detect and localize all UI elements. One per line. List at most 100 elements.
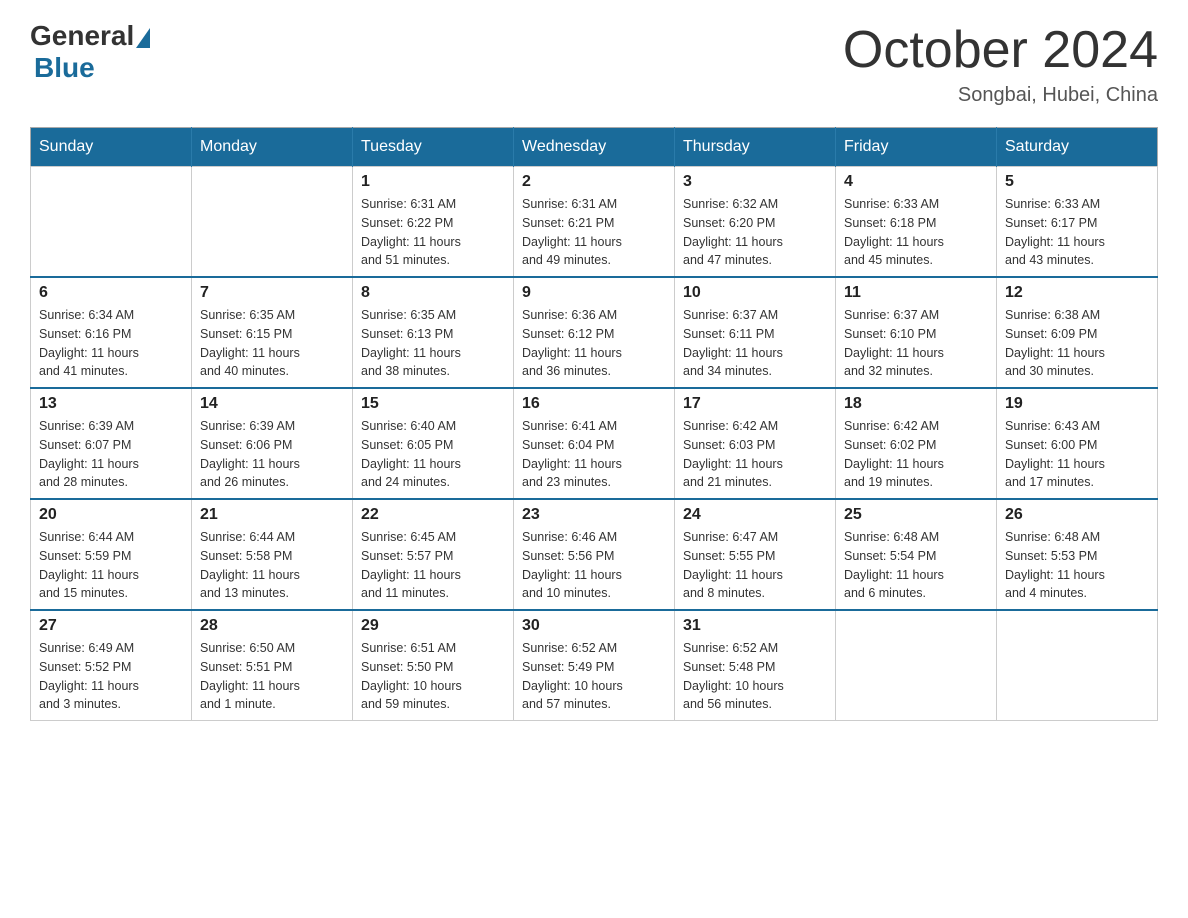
- day-number: 24: [683, 506, 827, 524]
- day-number: 5: [1005, 173, 1149, 191]
- day-of-week-header: Thursday: [675, 128, 836, 167]
- day-number: 26: [1005, 506, 1149, 524]
- calendar-cell: 17 Sunrise: 6:42 AM Sunset: 6:03 PM Dayli…: [675, 388, 836, 499]
- day-info: Sunrise: 6:44 AM Sunset: 5:59 PM Dayligh…: [39, 528, 183, 603]
- day-number: 29: [361, 617, 505, 635]
- day-of-week-header: Wednesday: [514, 128, 675, 167]
- day-info: Sunrise: 6:32 AM Sunset: 6:20 PM Dayligh…: [683, 195, 827, 270]
- calendar-cell: 24Sunrise: 6:47 AM Sunset: 5:55 PM Dayli…: [675, 499, 836, 610]
- calendar-cell: 25Sunrise: 6:48 AM Sunset: 5:54 PM Dayli…: [836, 499, 997, 610]
- day-info: Sunrise: 6:41 AM Sunset: 6:04 PM Dayligh…: [522, 417, 666, 492]
- calendar-cell: 27Sunrise: 6:49 AM Sunset: 5:52 PM Dayli…: [31, 610, 192, 721]
- day-number: 16: [522, 395, 666, 413]
- logo: General Blue: [30, 20, 150, 84]
- day-info: Sunrise: 6:35 AM Sunset: 6:15 PM Dayligh…: [200, 306, 344, 381]
- day-info: Sunrise: 6:43 AM Sunset: 6:00 PM Dayligh…: [1005, 417, 1149, 492]
- calendar-cell: 6Sunrise: 6:34 AM Sunset: 6:16 PM Daylig…: [31, 277, 192, 388]
- calendar-cell: 18 Sunrise: 6:42 AM Sunset: 6:02 PM Dayli…: [836, 388, 997, 499]
- day-info: Sunrise: 6:33 AM Sunset: 6:17 PM Dayligh…: [1005, 195, 1149, 270]
- day-of-week-header: Sunday: [31, 128, 192, 167]
- calendar-cell: 14Sunrise: 6:39 AM Sunset: 6:06 PM Dayli…: [192, 388, 353, 499]
- day-of-week-header: Saturday: [997, 128, 1158, 167]
- day-info: Sunrise: 6:31 AM Sunset: 6:22 PM Dayligh…: [361, 195, 505, 270]
- calendar-cell: 30 Sunrise: 6:52 AM Sunset: 5:49 PM Dayli…: [514, 610, 675, 721]
- day-info: Sunrise: 6:48 AM Sunset: 5:54 PM Dayligh…: [844, 528, 988, 603]
- day-number: 28: [200, 617, 344, 635]
- month-title: October 2024: [843, 20, 1158, 80]
- day-number: 14: [200, 395, 344, 413]
- day-number: 3: [683, 173, 827, 191]
- calendar-cell: 15Sunrise: 6:40 AM Sunset: 6:05 PM Dayli…: [353, 388, 514, 499]
- location-title: Songbai, Hubei, China: [843, 84, 1158, 107]
- calendar-cell: 3 Sunrise: 6:32 AM Sunset: 6:20 PM Daylig…: [675, 167, 836, 278]
- logo-blue-text: Blue: [34, 52, 95, 84]
- day-number: 13: [39, 395, 183, 413]
- day-info: Sunrise: 6:50 AM Sunset: 5:51 PM Dayligh…: [200, 639, 344, 714]
- day-of-week-header: Monday: [192, 128, 353, 167]
- day-number: 17: [683, 395, 827, 413]
- calendar-cell: 13 Sunrise: 6:39 AM Sunset: 6:07 PM Dayli…: [31, 388, 192, 499]
- day-number: 8: [361, 284, 505, 302]
- calendar-week-row: 6Sunrise: 6:34 AM Sunset: 6:16 PM Daylig…: [31, 277, 1158, 388]
- day-info: Sunrise: 6:33 AM Sunset: 6:18 PM Dayligh…: [844, 195, 988, 270]
- day-info: Sunrise: 6:39 AM Sunset: 6:07 PM Dayligh…: [39, 417, 183, 492]
- day-info: Sunrise: 6:40 AM Sunset: 6:05 PM Dayligh…: [361, 417, 505, 492]
- day-of-week-header: Tuesday: [353, 128, 514, 167]
- day-info: Sunrise: 6:35 AM Sunset: 6:13 PM Dayligh…: [361, 306, 505, 381]
- day-info: Sunrise: 6:51 AM Sunset: 5:50 PM Dayligh…: [361, 639, 505, 714]
- day-info: Sunrise: 6:44 AM Sunset: 5:58 PM Dayligh…: [200, 528, 344, 603]
- day-info: Sunrise: 6:52 AM Sunset: 5:48 PM Dayligh…: [683, 639, 827, 714]
- day-number: 9: [522, 284, 666, 302]
- day-info: Sunrise: 6:42 AM Sunset: 6:03 PM Dayligh…: [683, 417, 827, 492]
- calendar-cell: 5 Sunrise: 6:33 AM Sunset: 6:17 PM Daylig…: [997, 167, 1158, 278]
- calendar-cell: 1 Sunrise: 6:31 AM Sunset: 6:22 PM Daylig…: [353, 167, 514, 278]
- calendar-cell: 29 Sunrise: 6:51 AM Sunset: 5:50 PM Dayli…: [353, 610, 514, 721]
- calendar-cell: 20 Sunrise: 6:44 AM Sunset: 5:59 PM Dayli…: [31, 499, 192, 610]
- day-number: 20: [39, 506, 183, 524]
- calendar-table: SundayMondayTuesdayWednesdayThursdayFrid…: [30, 127, 1158, 721]
- calendar-cell: 8 Sunrise: 6:35 AM Sunset: 6:13 PM Daylig…: [353, 277, 514, 388]
- calendar-cell: 31Sunrise: 6:52 AM Sunset: 5:48 PM Dayli…: [675, 610, 836, 721]
- day-number: 1: [361, 173, 505, 191]
- calendar-cell: 19Sunrise: 6:43 AM Sunset: 6:00 PM Dayli…: [997, 388, 1158, 499]
- day-info: Sunrise: 6:34 AM Sunset: 6:16 PM Dayligh…: [39, 306, 183, 381]
- calendar-cell: 16 Sunrise: 6:41 AM Sunset: 6:04 PM Dayli…: [514, 388, 675, 499]
- calendar-cell: 26 Sunrise: 6:48 AM Sunset: 5:53 PM Dayli…: [997, 499, 1158, 610]
- day-number: 21: [200, 506, 344, 524]
- day-info: Sunrise: 6:48 AM Sunset: 5:53 PM Dayligh…: [1005, 528, 1149, 603]
- day-number: 30: [522, 617, 666, 635]
- calendar-week-row: 27Sunrise: 6:49 AM Sunset: 5:52 PM Dayli…: [31, 610, 1158, 721]
- calendar-cell: 9 Sunrise: 6:36 AM Sunset: 6:12 PM Daylig…: [514, 277, 675, 388]
- calendar-cell: 4 Sunrise: 6:33 AM Sunset: 6:18 PM Daylig…: [836, 167, 997, 278]
- logo-triangle-icon: [136, 28, 150, 48]
- calendar-week-row: 20 Sunrise: 6:44 AM Sunset: 5:59 PM Dayli…: [31, 499, 1158, 610]
- page-header: General Blue October 2024 Songbai, Hubei…: [30, 20, 1158, 107]
- calendar-header-row: SundayMondayTuesdayWednesdayThursdayFrid…: [31, 128, 1158, 167]
- calendar-cell: 2Sunrise: 6:31 AM Sunset: 6:21 PM Daylig…: [514, 167, 675, 278]
- day-info: Sunrise: 6:31 AM Sunset: 6:21 PM Dayligh…: [522, 195, 666, 270]
- calendar-week-row: 1 Sunrise: 6:31 AM Sunset: 6:22 PM Daylig…: [31, 167, 1158, 278]
- day-info: Sunrise: 6:36 AM Sunset: 6:12 PM Dayligh…: [522, 306, 666, 381]
- calendar-cell: [192, 167, 353, 278]
- day-number: 10: [683, 284, 827, 302]
- day-number: 18: [844, 395, 988, 413]
- day-info: Sunrise: 6:42 AM Sunset: 6:02 PM Dayligh…: [844, 417, 988, 492]
- day-info: Sunrise: 6:38 AM Sunset: 6:09 PM Dayligh…: [1005, 306, 1149, 381]
- day-number: 11: [844, 284, 988, 302]
- day-number: 4: [844, 173, 988, 191]
- calendar-cell: 28 Sunrise: 6:50 AM Sunset: 5:51 PM Dayli…: [192, 610, 353, 721]
- day-number: 12: [1005, 284, 1149, 302]
- calendar-cell: 22Sunrise: 6:45 AM Sunset: 5:57 PM Dayli…: [353, 499, 514, 610]
- day-number: 23: [522, 506, 666, 524]
- day-info: Sunrise: 6:37 AM Sunset: 6:10 PM Dayligh…: [844, 306, 988, 381]
- calendar-cell: 21 Sunrise: 6:44 AM Sunset: 5:58 PM Dayli…: [192, 499, 353, 610]
- calendar-week-row: 13 Sunrise: 6:39 AM Sunset: 6:07 PM Dayli…: [31, 388, 1158, 499]
- title-area: October 2024 Songbai, Hubei, China: [843, 20, 1158, 107]
- calendar-cell: 10 Sunrise: 6:37 AM Sunset: 6:11 PM Dayli…: [675, 277, 836, 388]
- day-number: 22: [361, 506, 505, 524]
- day-info: Sunrise: 6:37 AM Sunset: 6:11 PM Dayligh…: [683, 306, 827, 381]
- day-number: 7: [200, 284, 344, 302]
- calendar-cell: 7 Sunrise: 6:35 AM Sunset: 6:15 PM Daylig…: [192, 277, 353, 388]
- day-info: Sunrise: 6:52 AM Sunset: 5:49 PM Dayligh…: [522, 639, 666, 714]
- day-number: 27: [39, 617, 183, 635]
